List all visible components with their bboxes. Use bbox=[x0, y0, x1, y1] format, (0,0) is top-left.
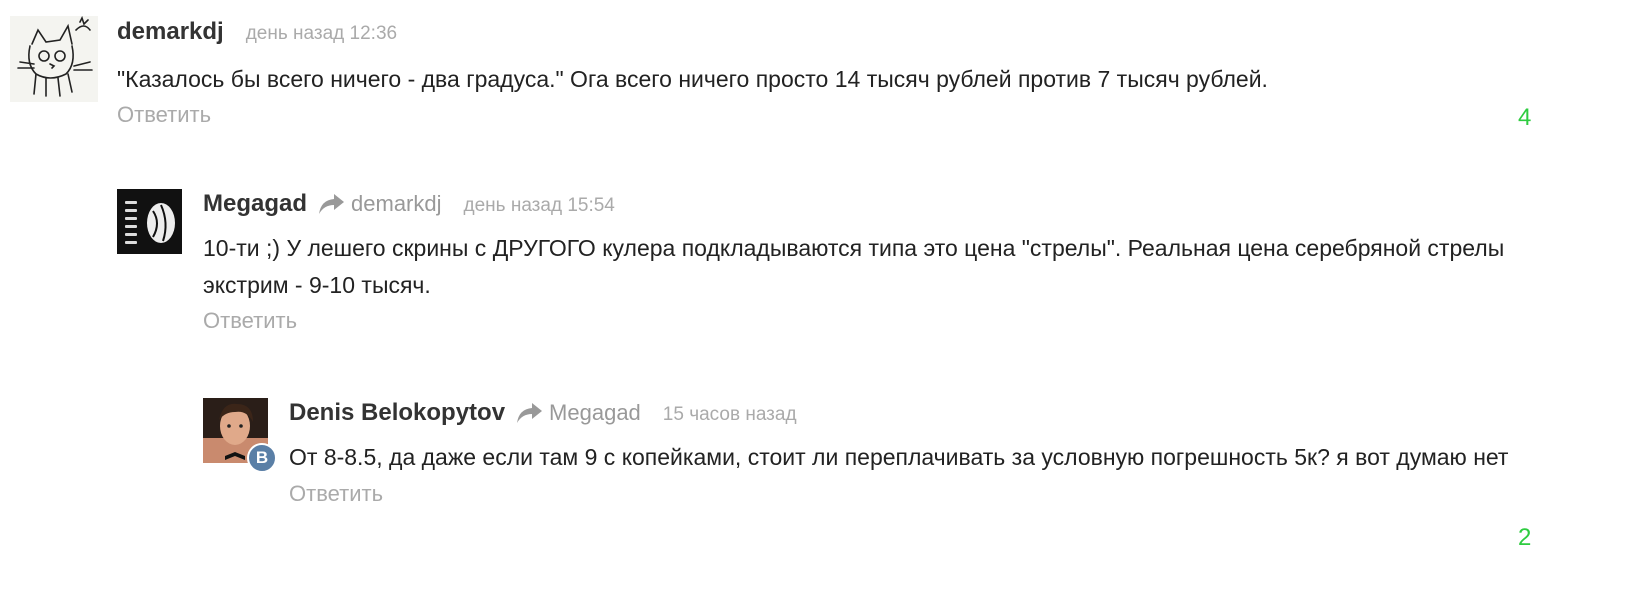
comment-text: От 8-8.5, да даже если там 9 с копейками… bbox=[289, 444, 1509, 470]
comment: B Denis Belokopytov Megagad 15 часов наз… bbox=[0, 0, 1642, 600]
timestamp[interactable]: 15 часов назад bbox=[663, 404, 797, 426]
rating-score: 2 bbox=[1518, 524, 1532, 551]
comment-body: Denis Belokopytov Megagad 15 часов назад… bbox=[289, 399, 1529, 507]
comment-header: Denis Belokopytov Megagad 15 часов назад bbox=[289, 399, 1529, 427]
reply-button[interactable]: Ответить bbox=[289, 481, 383, 507]
vk-badge: B bbox=[247, 443, 277, 473]
author-name[interactable]: Denis Belokopytov bbox=[289, 399, 505, 427]
reply-arrow-icon bbox=[517, 403, 543, 423]
reply-to-author: Megagad bbox=[549, 400, 641, 425]
reply-to-link[interactable]: Megagad bbox=[517, 400, 641, 426]
